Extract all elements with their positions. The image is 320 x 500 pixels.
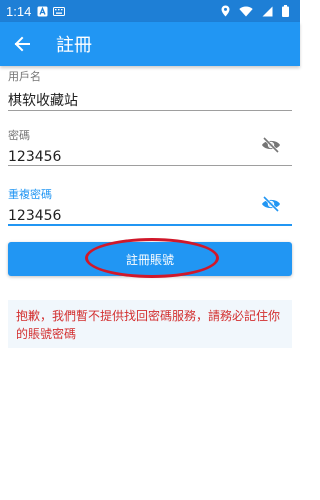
password-underline bbox=[8, 165, 292, 166]
a-badge-icon bbox=[37, 6, 48, 17]
register-button[interactable]: 註冊賬號 bbox=[8, 242, 292, 276]
confirm-password-label: 重複密碼 bbox=[8, 188, 52, 201]
status-time: 1:14 bbox=[6, 3, 32, 19]
back-button[interactable] bbox=[0, 22, 44, 66]
confirm-password-value: 123456 bbox=[8, 208, 62, 224]
eye-off-icon[interactable] bbox=[260, 134, 282, 156]
signal-icon bbox=[262, 6, 273, 17]
eye-icon[interactable] bbox=[260, 193, 282, 215]
password-label: 密碼 bbox=[8, 129, 30, 142]
wifi-icon bbox=[239, 6, 253, 17]
page-title: 註冊 bbox=[56, 35, 92, 56]
username-field[interactable]: 用戶名 棋软收藏站 bbox=[8, 68, 292, 112]
arrow-back-icon bbox=[14, 36, 30, 52]
username-underline bbox=[8, 110, 292, 111]
app-bar: 註冊 bbox=[0, 22, 300, 66]
register-button-label: 註冊賬號 bbox=[125, 252, 174, 267]
status-bar: 1:14 bbox=[0, 0, 300, 22]
password-field[interactable]: 密碼 123456 bbox=[8, 127, 292, 167]
confirm-password-underline bbox=[8, 224, 292, 226]
username-label: 用戶名 bbox=[8, 70, 41, 83]
keyboard-icon bbox=[53, 6, 66, 16]
password-value: 123456 bbox=[8, 149, 62, 165]
password-notice: 抱歉，我們暫不提供找回密碼服務，請務必記住你的賬號密碼 bbox=[8, 300, 292, 348]
notice-text: 抱歉，我們暫不提供找回密碼服務，請務必記住你的賬號密碼 bbox=[16, 309, 281, 341]
confirm-password-field[interactable]: 重複密碼 123456 bbox=[8, 186, 292, 226]
location-icon bbox=[221, 5, 230, 17]
username-value: 棋软收藏站 bbox=[8, 93, 78, 109]
battery-icon bbox=[282, 5, 289, 17]
